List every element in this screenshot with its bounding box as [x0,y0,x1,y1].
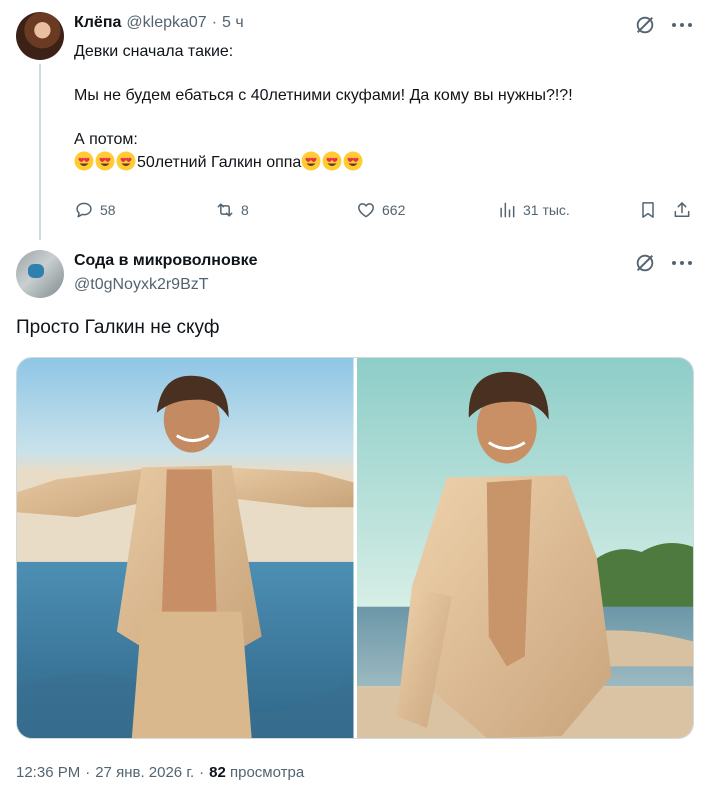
views-summary: 82 просмотра [209,764,304,781]
tweet-media [16,357,694,739]
avatar[interactable] [16,250,64,298]
author-handle[interactable]: @klepka07 [126,14,206,32]
photo-hand-in-pocket[interactable] [356,358,693,738]
emoji-text-line: 50летний Галкин оппа [74,151,674,174]
bookmark-icon [642,202,654,218]
tweet-menu [634,252,692,274]
reply-button[interactable]: 58 [74,198,116,222]
analytics-icon [500,202,515,218]
post-time[interactable]: 12:36 PM [16,764,80,781]
separator-dot: · [199,764,205,781]
heart-eyes-emoji-icon [301,151,321,171]
heart-eyes-emoji-icon [74,151,94,171]
tweet-actions: 58 8 662 31 тыс. [74,198,694,222]
views-count: 82 [209,764,226,781]
more-options-icon[interactable] [672,253,692,273]
heart-eyes-emoji-icon [95,151,115,171]
grok-icon[interactable] [634,14,656,36]
tweet-text: Просто Галкин не скуф [16,317,220,338]
retweet-button[interactable]: 8 [215,198,249,222]
more-options-icon[interactable] [672,15,692,35]
tweet-meta: 12:36 PM · 27 янв. 2026 г. · 82 просмотр… [16,764,304,781]
heart-eyes-emoji-icon [116,151,136,171]
post-date[interactable]: 27 янв. 2026 г. [95,764,194,781]
tweet-time[interactable]: 5 ч [222,14,244,32]
tweet-header: Клёпа @klepka07 · 5 ч [74,14,244,32]
share-icon [674,202,690,217]
separator-dot: · [85,764,91,781]
photo-arms-open[interactable] [17,358,354,738]
tweet-menu [634,14,692,36]
tweet-text: Девки сначала такие: Мы не будем ебаться… [74,41,674,174]
retweet-icon [217,203,233,217]
views-label: просмотра [229,764,305,781]
text-line: Девки сначала такие: [74,43,234,60]
separator-dot: · [211,14,218,31]
reply-tweet[interactable]: Клёпа @klepka07 · 5 ч Девки сначала таки… [0,0,712,244]
author-handle[interactable]: @t0gNoyxk2r9BzT [74,276,209,294]
author-name[interactable]: Клёпа [74,14,121,32]
like-button[interactable]: 662 [356,198,405,222]
views-button[interactable]: 31 тыс. [497,198,570,222]
grok-icon[interactable] [634,252,656,274]
bookmark-button[interactable] [638,198,658,222]
author-name[interactable]: Сода в микроволновке [74,252,257,270]
like-count: 662 [382,202,406,218]
text-line: А потом: [74,131,138,148]
heart-eyes-emoji-icon [343,151,363,171]
retweet-count: 8 [241,202,249,218]
views-count: 31 тыс. [523,202,570,218]
reply-icon [76,202,92,218]
reply-count: 58 [100,202,116,218]
share-button[interactable] [672,198,692,222]
heart-icon [358,203,374,218]
avatar[interactable] [16,12,64,60]
text-line: Мы не будем ебаться с 40летними скуфами!… [74,87,573,104]
thread-line [39,64,41,240]
heart-eyes-emoji-icon [322,151,342,171]
emoji-line-text: 50летний Галкин оппа [137,154,302,171]
